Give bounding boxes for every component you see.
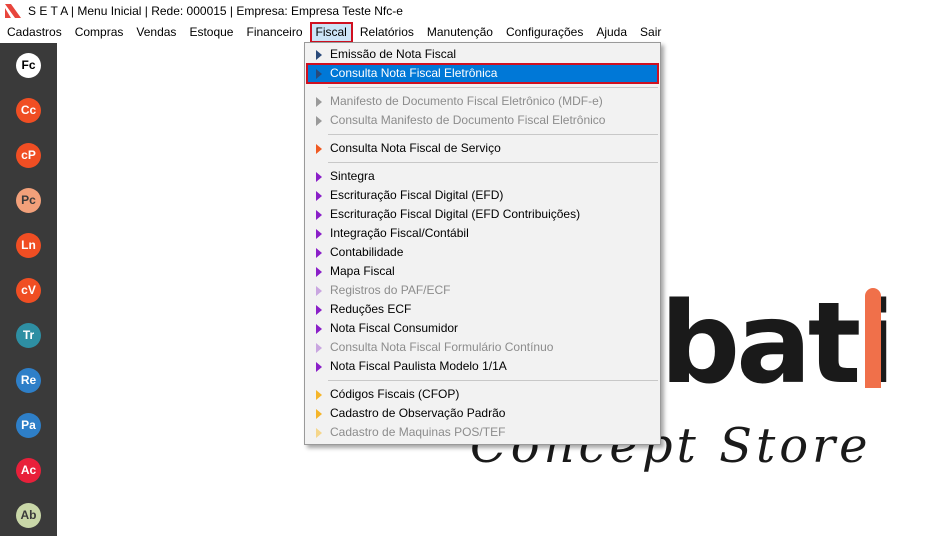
menu-item-label: Contabilidade (330, 245, 404, 259)
sidebar-shortcut-ac[interactable]: Ac (16, 458, 41, 483)
menu-item-consulta-manifesto-de-documento-fiscal-eletronico: Consulta Manifesto de Documento Fiscal E… (307, 111, 658, 130)
arrow-right-icon (316, 409, 322, 419)
sidebar-shortcut-pa[interactable]: Pa (16, 413, 41, 438)
arrow-right-icon (316, 229, 322, 239)
menu-item-consulta-nota-fiscal-formulario-continuo: Consulta Nota Fiscal Formulário Contínuo (307, 338, 658, 357)
menu-item-escrituracao-fiscal-digital-efd[interactable]: Escrituração Fiscal Digital (EFD) (307, 186, 658, 205)
menu-item-label: Consulta Manifesto de Documento Fiscal E… (330, 113, 606, 127)
arrow-right-icon (316, 144, 322, 154)
arrow-right-icon (316, 428, 322, 438)
arrow-right-icon (316, 305, 322, 315)
arrow-right-icon (316, 267, 322, 277)
menu-item-escrituracao-fiscal-digital-efd-contribuicoes[interactable]: Escrituração Fiscal Digital (EFD Contrib… (307, 205, 658, 224)
arrow-right-icon (316, 390, 322, 400)
menu-cadastros[interactable]: Cadastros (2, 23, 67, 42)
menu-item-contabilidade[interactable]: Contabilidade (307, 243, 658, 262)
menu-separator (328, 87, 658, 88)
menu-item-label: Cadastro de Observação Padrão (330, 406, 506, 420)
sidebar-shortcut-re[interactable]: Re (16, 368, 41, 393)
sidebar-shortcut-cp[interactable]: cP (16, 143, 41, 168)
menu-compras[interactable]: Compras (70, 23, 129, 42)
menu-item-consulta-nota-fiscal-eletronica[interactable]: Consulta Nota Fiscal Eletrônica (306, 63, 659, 84)
menu-item-integracao-fiscal-contabil[interactable]: Integração Fiscal/Contábil (307, 224, 658, 243)
menu-item-codigos-fiscais-cfop[interactable]: Códigos Fiscais (CFOP) (307, 385, 658, 404)
logo-accent-mark (865, 288, 881, 388)
sidebar-shortcut-fc[interactable]: Fc (16, 53, 41, 78)
menu-item-sintegra[interactable]: Sintegra (307, 167, 658, 186)
window-title: S E T A | Menu Inicial | Rede: 000015 | … (28, 4, 403, 18)
menu-item-cadastro-de-maquinas-pos-tef: Cadastro de Maquinas POS/TEF (307, 423, 658, 442)
fiscal-dropdown-menu: Emissão de Nota Fiscal Consulta Nota Fisc… (304, 42, 661, 445)
menu-fiscal[interactable]: Fiscal (309, 22, 353, 43)
arrow-right-icon (316, 324, 322, 334)
sidebar-shortcut-pc[interactable]: Pc (16, 188, 41, 213)
menu-item-label: Integração Fiscal/Contábil (330, 226, 469, 240)
menu-item-label: Reduções ECF (330, 302, 412, 316)
menu-financeiro[interactable]: Financeiro (241, 23, 307, 42)
menu-bar: Cadastros Compras Vendas Estoque Financeiro F… (0, 22, 925, 43)
menu-item-label: Cadastro de Maquinas POS/TEF (330, 425, 506, 439)
menu-item-nota-fiscal-consumidor[interactable]: Nota Fiscal Consumidor (307, 319, 658, 338)
menu-item-label: Sintegra (330, 169, 375, 183)
menu-item-manifesto-de-documento-fiscal-eletronico-mdf-e: Manifesto de Documento Fiscal Eletrônico… (307, 92, 658, 111)
arrow-right-icon (316, 97, 322, 107)
menu-item-label: Consulta Nota Fiscal de Serviço (330, 141, 501, 155)
menu-configuracoes[interactable]: Configurações (501, 23, 588, 42)
menu-ajuda[interactable]: Ajuda (591, 23, 632, 42)
menu-item-label: Nota Fiscal Paulista Modelo 1/1A (330, 359, 507, 373)
menu-separator (328, 380, 658, 381)
sidebar-shortcut-ab[interactable]: Ab (16, 503, 41, 528)
sidebar-shortcut-cv[interactable]: cV (16, 278, 41, 303)
menu-item-mapa-fiscal[interactable]: Mapa Fiscal (307, 262, 658, 281)
menu-relatorios[interactable]: Relatórios (355, 23, 419, 42)
menu-item-label: Manifesto de Documento Fiscal Eletrônico… (330, 94, 603, 108)
menu-item-consulta-nota-fiscal-de-servico[interactable]: Consulta Nota Fiscal de Serviço (307, 139, 658, 158)
arrow-right-icon (316, 191, 322, 201)
menu-separator (328, 162, 658, 163)
menu-item-label: Consulta Nota Fiscal Formulário Contínuo (330, 340, 554, 354)
arrow-right-icon (316, 362, 322, 372)
menu-manutencao[interactable]: Manutenção (422, 23, 498, 42)
menu-item-label: Emissão de Nota Fiscal (330, 47, 457, 61)
app-logo-icon (5, 4, 21, 18)
menu-item-label: Códigos Fiscais (CFOP) (330, 387, 460, 401)
logo-wordmark: bati (660, 279, 896, 409)
menu-vendas[interactable]: Vendas (131, 23, 181, 42)
menu-item-label: Mapa Fiscal (330, 264, 395, 278)
arrow-right-icon (316, 210, 322, 220)
title-bar: S E T A | Menu Inicial | Rede: 000015 | … (0, 0, 925, 22)
arrow-right-icon (316, 172, 322, 182)
menu-item-reducoes-ecf[interactable]: Reduções ECF (307, 300, 658, 319)
sidebar-shortcut-ln[interactable]: Ln (16, 233, 41, 258)
arrow-right-icon (316, 50, 322, 60)
sidebar-shortcut-cc[interactable]: Cc (16, 98, 41, 123)
arrow-right-icon (316, 116, 322, 126)
arrow-right-icon (316, 69, 322, 79)
menu-item-label: Consulta Nota Fiscal Eletrônica (330, 66, 498, 80)
sidebar-shortcut-tr[interactable]: Tr (16, 323, 41, 348)
menu-item-label: Escrituração Fiscal Digital (EFD Contrib… (330, 207, 581, 221)
menu-sair[interactable]: Sair (635, 23, 666, 42)
arrow-right-icon (316, 343, 322, 353)
menu-separator (328, 134, 658, 135)
menu-item-label: Escrituração Fiscal Digital (EFD) (330, 188, 504, 202)
menu-item-registros-do-paf-ecf: Registros do PAF/ECF (307, 281, 658, 300)
menu-item-label: Registros do PAF/ECF (330, 283, 451, 297)
menu-item-cadastro-de-observacao-padrao[interactable]: Cadastro de Observação Padrão (307, 404, 658, 423)
menu-item-emissao-de-nota-fiscal[interactable]: Emissão de Nota Fiscal (307, 45, 658, 64)
sidebar: Fc Cc cP Pc Ln cV Tr Re Pa Ac Ab (0, 43, 57, 536)
menu-item-nota-fiscal-paulista-modelo-1-1a[interactable]: Nota Fiscal Paulista Modelo 1/1A (307, 357, 658, 376)
menu-item-label: Nota Fiscal Consumidor (330, 321, 459, 335)
arrow-right-icon (316, 286, 322, 296)
menu-estoque[interactable]: Estoque (184, 23, 238, 42)
arrow-right-icon (316, 248, 322, 258)
